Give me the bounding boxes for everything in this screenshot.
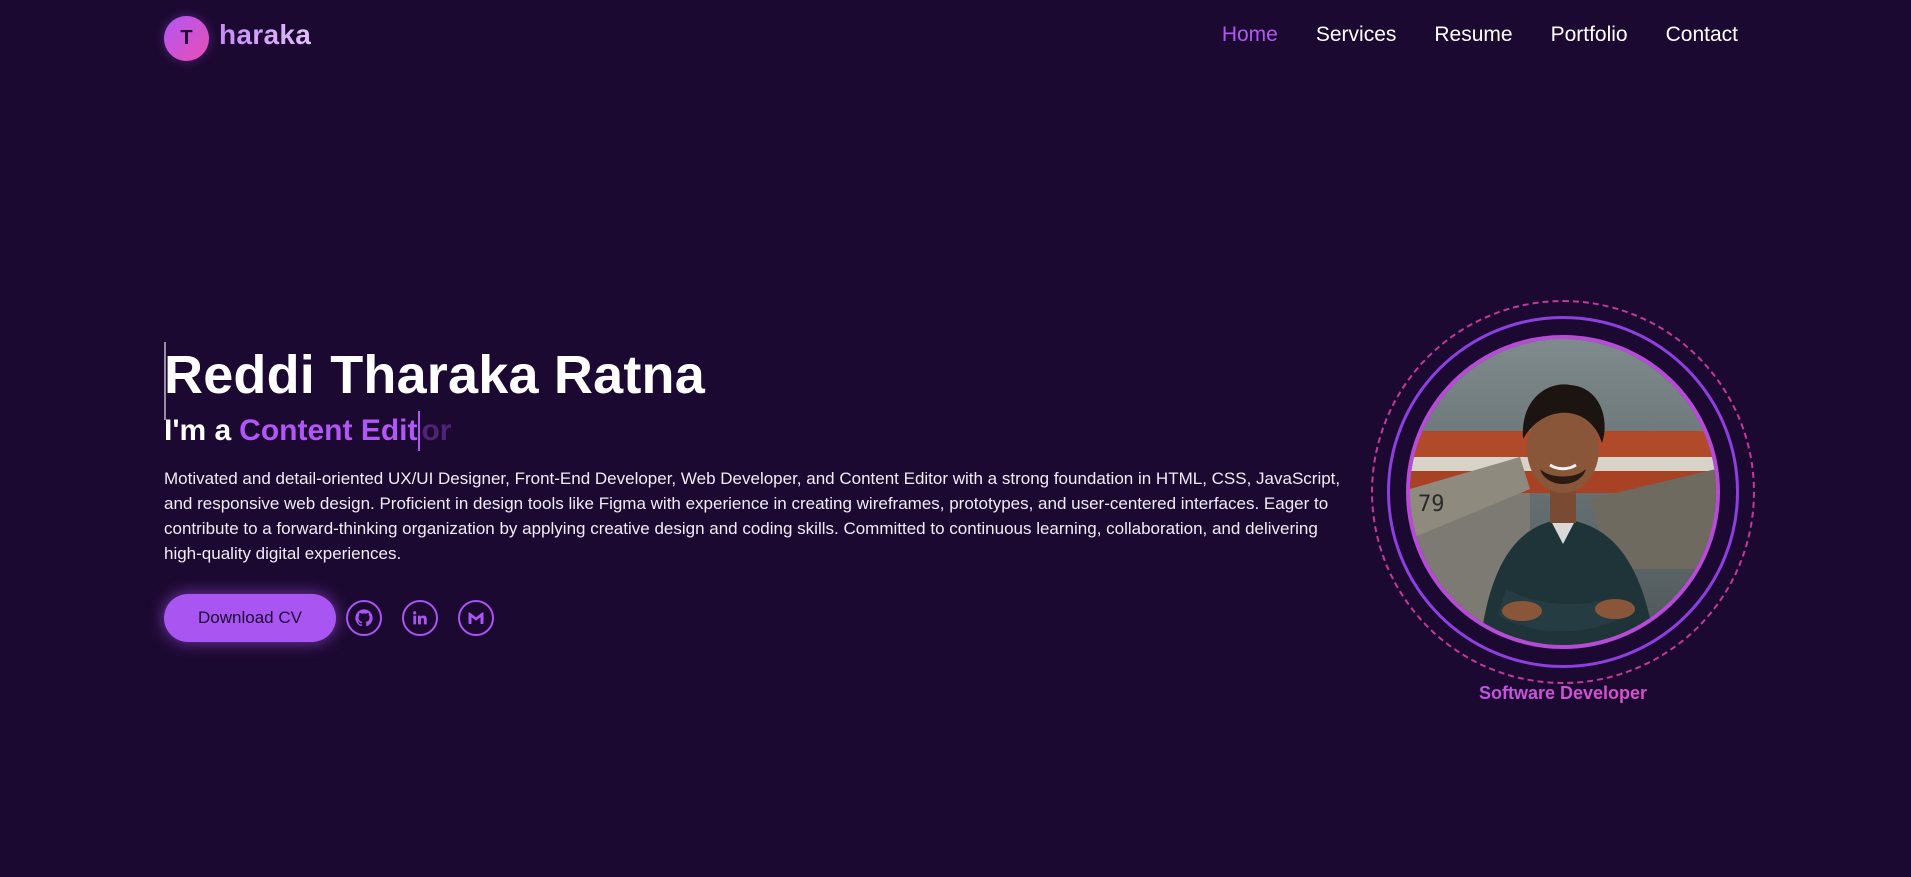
hero-description: Motivated and detail-oriented UX/UI Desi… bbox=[164, 469, 1341, 563]
hero-name: Reddi Tharaka Ratna bbox=[164, 345, 705, 405]
site-header: T haraka Home Services Resume Portfolio … bbox=[0, 0, 1911, 78]
logo-text: haraka bbox=[219, 19, 312, 50]
linkedin-icon bbox=[412, 610, 428, 626]
hero-section: Reddi Tharaka Ratna I'm a Content Edit o… bbox=[164, 342, 1344, 642]
nav-contact[interactable]: Contact bbox=[1666, 23, 1738, 47]
nav-services[interactable]: Services bbox=[1316, 23, 1397, 47]
svg-text:79: 79 bbox=[1418, 492, 1445, 517]
portrait-caption: Software Developer bbox=[1371, 683, 1755, 704]
main-nav: Home Services Resume Portfolio Contact bbox=[1222, 23, 1738, 47]
nav-portfolio[interactable]: Portfolio bbox=[1551, 23, 1628, 47]
profile-photo: 79 bbox=[1406, 335, 1720, 649]
gmail-link[interactable] bbox=[458, 600, 494, 636]
typing-caret bbox=[418, 411, 421, 451]
github-link[interactable] bbox=[346, 600, 382, 636]
nav-resume[interactable]: Resume bbox=[1434, 23, 1512, 47]
gmail-icon bbox=[467, 609, 485, 627]
site-logo[interactable]: T haraka bbox=[164, 14, 311, 62]
hero-role: I'm a Content Edit or bbox=[164, 411, 1344, 451]
github-icon bbox=[355, 609, 373, 627]
linkedin-link[interactable] bbox=[402, 600, 438, 636]
text-caret bbox=[164, 342, 166, 420]
download-cv-button[interactable]: Download CV bbox=[164, 594, 336, 642]
role-prefix: I'm a bbox=[164, 414, 232, 447]
nav-home[interactable]: Home bbox=[1222, 23, 1278, 47]
role-typed-text: Content Edit bbox=[239, 414, 418, 447]
logo-badge: T bbox=[164, 15, 209, 61]
portrait-frame: 79 bbox=[1371, 300, 1755, 684]
hero-actions: Download CV bbox=[164, 594, 1344, 642]
role-remaining-text: or bbox=[421, 414, 452, 447]
portfolio-page: T haraka Home Services Resume Portfolio … bbox=[0, 0, 1911, 877]
